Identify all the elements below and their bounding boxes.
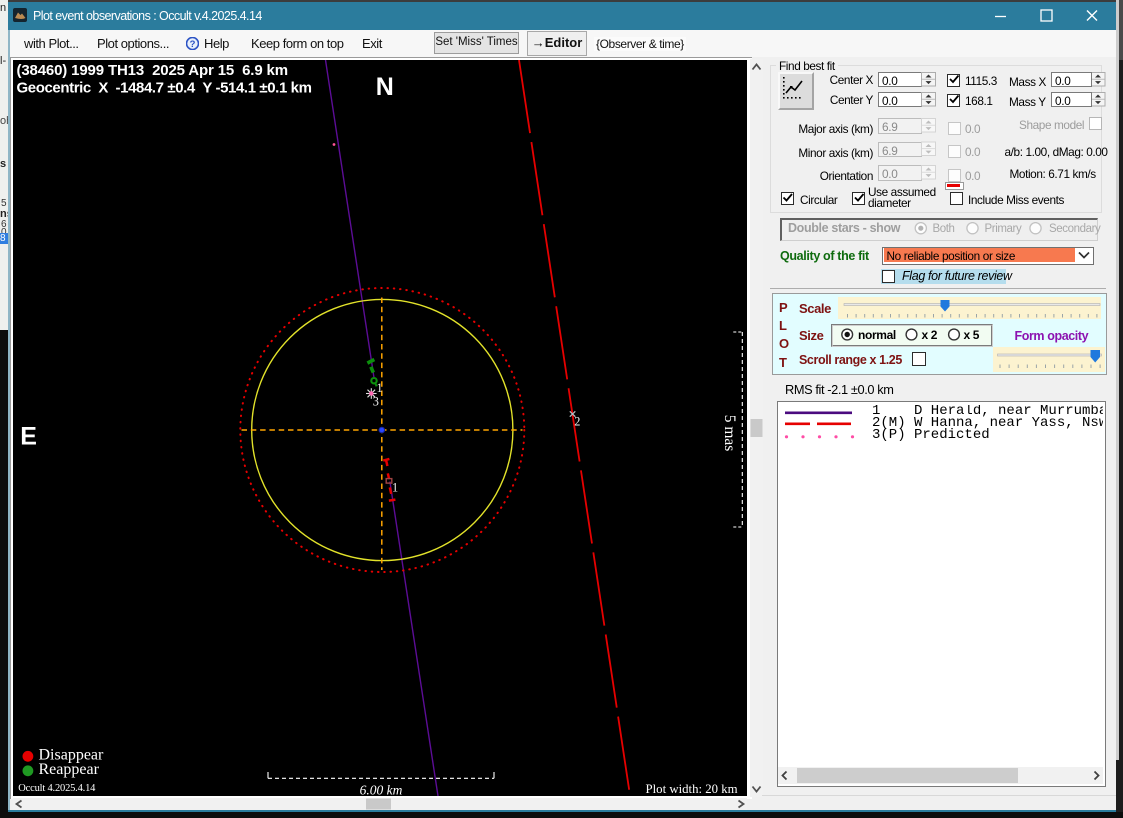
svg-text:1: 1	[377, 381, 383, 395]
svg-text:N: N	[376, 73, 394, 101]
svg-text:Occult 4.2025.4.14: Occult 4.2025.4.14	[18, 783, 96, 794]
svg-text:?: ?	[190, 39, 196, 50]
svg-text:E: E	[20, 422, 37, 450]
svg-text:Plot width: 20 km: Plot width: 20 km	[646, 782, 738, 796]
svg-text:3: 3	[373, 394, 379, 408]
svg-text:Reappear: Reappear	[39, 761, 100, 778]
svg-text:1: 1	[392, 481, 398, 495]
svg-text:5 mas: 5 mas	[721, 415, 738, 452]
svg-text:6.00 km: 6.00 km	[360, 783, 403, 797]
svg-text:2: 2	[574, 414, 580, 428]
svg-text:Geocentric X -1484.7 ±0.4 Y: Geocentric X -1484.7 ±0.4 Y -514.1 ±0.1 …	[17, 80, 312, 97]
svg-text:(38460) 1999 TH13 2025 Apr 15: (38460) 1999 TH13 2025 Apr 15 6.9 km	[17, 62, 288, 79]
